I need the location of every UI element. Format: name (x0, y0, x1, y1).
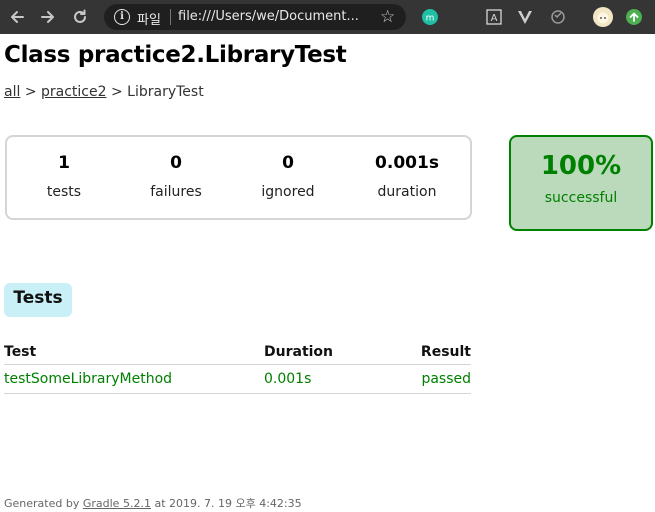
column-header-result: Result (414, 340, 471, 365)
test-duration-cell: 0.001s (264, 364, 414, 394)
extension-v-icon[interactable] (516, 8, 534, 26)
duration-label: duration (377, 184, 437, 200)
tests-counter: 1 tests (14, 153, 114, 200)
tests-label: tests (46, 184, 82, 200)
ignored-counter: 0 ignored (238, 153, 338, 200)
breadcrumb-current: LibraryTest (127, 84, 204, 100)
failures-counter: 0 failures (126, 153, 226, 200)
ignored-label: ignored (261, 184, 315, 200)
test-result-cell: passed (414, 364, 471, 394)
breadcrumb: all > practice2 > LibraryTest (4, 84, 204, 100)
breadcrumb-separator: > (24, 84, 37, 100)
column-header-test: Test (4, 340, 264, 365)
results-table-container: Test Duration Result testSomeLibraryMeth… (4, 340, 471, 394)
column-header-duration: Duration (264, 340, 414, 365)
success-label: successful (544, 190, 618, 206)
tests-count: 1 (58, 153, 70, 173)
duration-counter: 0.001s duration (357, 153, 457, 200)
failures-label: failures (150, 184, 202, 200)
footer-prefix: Generated by (4, 497, 80, 510)
extension-m-icon[interactable]: m (421, 8, 439, 26)
results-table: Test Duration Result testSomeLibraryMeth… (4, 340, 471, 394)
breadcrumb-package-link[interactable]: practice2 (41, 84, 107, 100)
extension-sync-icon[interactable] (549, 8, 567, 26)
table-header-row: Test Duration Result (4, 340, 471, 365)
footer-timestamp: at 2019. 7. 19 오후 4:42:35 (154, 497, 302, 510)
footer: Generated by Gradle 5.2.1 at 2019. 7. 19… (4, 495, 302, 511)
gradle-link[interactable]: Gradle 5.2.1 (83, 497, 151, 510)
summary-box: 1 tests 0 failures 0 ignored 0.001s dura… (5, 135, 472, 220)
browser-toolbar: i 파일 file:///Users/we/Document... ☆ m A (0, 0, 655, 34)
success-rate: 100% (540, 151, 622, 181)
table-row: testSomeLibraryMethod 0.001s passed (4, 364, 471, 394)
url-scheme-label: 파일 (137, 13, 161, 28)
tab-tests[interactable]: Tests (4, 283, 72, 317)
info-icon[interactable]: i (114, 9, 130, 25)
forward-icon[interactable] (37, 6, 59, 28)
address-bar[interactable]: i 파일 file:///Users/we/Document... ☆ (104, 4, 406, 30)
profile-avatar-icon[interactable] (592, 6, 614, 28)
address-divider (170, 9, 171, 25)
svg-text:A: A (491, 13, 498, 24)
duration-value: 0.001s (375, 153, 439, 173)
success-rate-box: 100% successful (509, 135, 653, 231)
test-name-cell: testSomeLibraryMethod (4, 364, 264, 394)
breadcrumb-all-link[interactable]: all (4, 84, 20, 100)
bookmark-star-icon[interactable]: ☆ (380, 7, 395, 27)
ignored-count: 0 (282, 153, 294, 173)
failures-count: 0 (170, 153, 182, 173)
breadcrumb-separator: > (110, 84, 123, 100)
update-arrow-icon[interactable] (625, 8, 643, 26)
svg-text:m: m (426, 14, 435, 24)
page-title: Class practice2.LibraryTest (4, 42, 347, 68)
reload-icon[interactable] (69, 6, 91, 28)
url-text[interactable]: file:///Users/we/Document... (178, 9, 366, 24)
back-icon[interactable] (6, 6, 28, 28)
extension-text-icon[interactable]: A (485, 8, 503, 26)
